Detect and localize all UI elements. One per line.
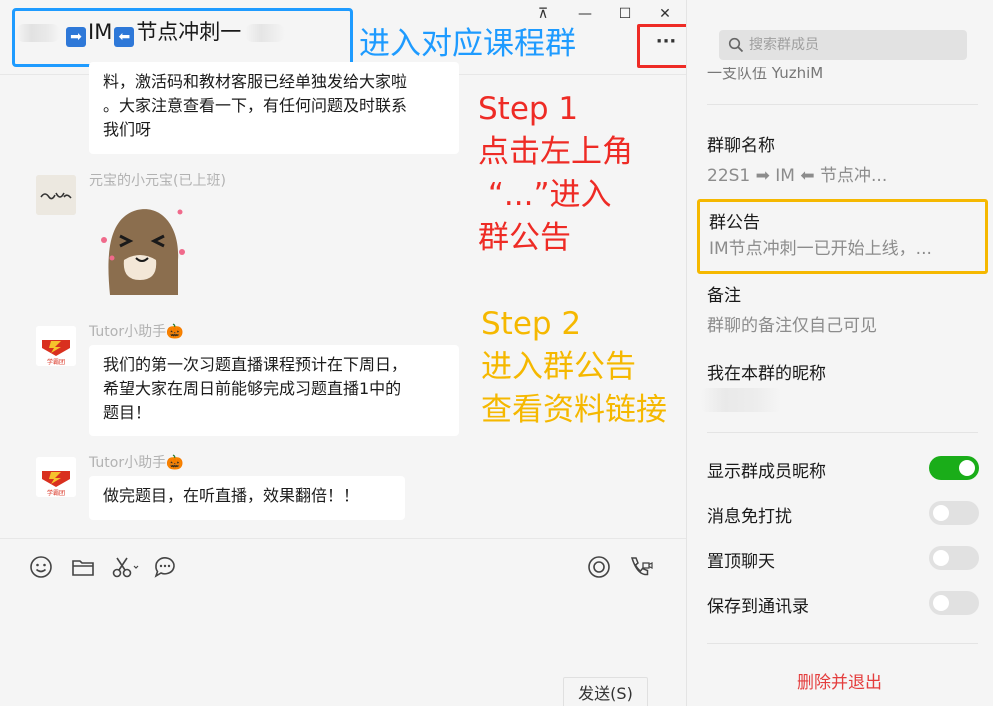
group-info-panel: 一支队伍 YuzhiM 群聊名称 22S1 ➡ IM ⬅ 节点冲... 群公告 … [686, 0, 993, 706]
message-line: 做完题目，在听直播，效果翻倍！！ [103, 486, 360, 505]
group-name-value[interactable]: 22S1 ➡ IM ⬅ 节点冲... [707, 161, 887, 186]
sender-name: 元宝的小元宝(已上班) [89, 173, 226, 189]
toggle-knob [933, 505, 949, 521]
delete-and-quit-button[interactable]: 删除并退出 [797, 668, 882, 693]
avatar[interactable]: 学霸团 [36, 457, 76, 497]
chat-pane: ➡ IM ⬅ 节点冲刺一 进入对应课程群 ⊼ — ☐ ✕ ··· 料，激活码和教材客服… [0, 0, 692, 706]
save-contacts-toggle[interactable] [929, 591, 979, 615]
composer: 发送(S) [0, 538, 686, 706]
avatar[interactable]: 学霸团 [36, 326, 76, 366]
setting-pin-label: 置顶聊天 [707, 552, 775, 572]
title-highlight-box [12, 8, 353, 67]
close-button[interactable]: ✕ [654, 4, 676, 24]
group-name-label: 群聊名称 [707, 136, 775, 156]
emoji-icon[interactable] [28, 554, 54, 580]
toggle-knob [933, 595, 949, 611]
pin-chat-toggle[interactable] [929, 546, 979, 570]
setting-save-contacts-label: 保存到通讯录 [707, 597, 809, 617]
avatar-calligraphy-icon [36, 175, 76, 215]
search-input[interactable] [749, 30, 959, 60]
chat-bubble-icon[interactable] [152, 554, 178, 580]
maximize-button[interactable]: ☐ [614, 4, 636, 24]
minimize-button[interactable]: — [574, 4, 596, 24]
send-button[interactable]: 发送(S) [563, 677, 648, 706]
member-name-partial: 一支队伍 YuzhiM [707, 67, 824, 81]
divider [707, 432, 978, 433]
divider [707, 104, 978, 105]
title-annotation: 进入对应课程群 [359, 26, 576, 62]
window-controls: ⊼ — ☐ ✕ [530, 4, 680, 24]
sender-name: Tutor小助手🎃 [89, 455, 184, 471]
message-bubble[interactable]: 料，激活码和教材客服已经单独发给大家啦 。大家注意查看一下，有任何问题及时联系 … [89, 62, 459, 154]
tutor-logo-icon: 学霸团 [36, 457, 76, 497]
remark-value[interactable]: 群聊的备注仅自己可见 [707, 311, 877, 336]
avatar-caption: 学霸团 [47, 358, 65, 366]
sticker-character-icon [101, 209, 185, 295]
avatar[interactable] [36, 175, 76, 215]
search-icon [728, 37, 744, 53]
pin-icon[interactable]: ⊼ [532, 4, 554, 24]
step2-annotation: Step 2 进入群公告 查看资料链接 [481, 306, 667, 428]
toggle-knob [959, 460, 975, 476]
show-nickname-toggle[interactable] [929, 456, 979, 480]
more-button[interactable]: ··· [652, 33, 680, 58]
message-bubble[interactable]: 做完题目，在听直播，效果翻倍！！ [89, 476, 405, 520]
message-line: 料，激活码和教材客服已经单独发给大家啦 [103, 72, 408, 91]
setting-mute-label: 消息免打扰 [707, 507, 792, 527]
remark-label: 备注 [707, 286, 741, 306]
message-line: 。大家注意查看一下，有任何问题及时联系 [103, 96, 408, 115]
folder-icon[interactable] [70, 554, 96, 580]
message-line: 我们的第一次习题直播课程预计在下周日， [103, 355, 408, 374]
member-search-box[interactable] [719, 30, 967, 60]
my-nickname-label: 我在本群的昵称 [707, 364, 826, 384]
step1-annotation: Step 1 点击左上角 “...”进入 群公告 [478, 91, 633, 256]
sticker-image[interactable] [92, 200, 192, 295]
message-line: 我们呀 [103, 120, 152, 139]
video-call-icon[interactable] [627, 554, 653, 580]
group-notice-label[interactable]: 群公告 [709, 208, 760, 233]
mute-toggle[interactable] [929, 501, 979, 525]
setting-show-nickname-label: 显示群成员昵称 [707, 462, 826, 482]
message-line: 希望大家在周日前能够完成习题直播1中的 [103, 379, 402, 398]
toggle-knob [933, 550, 949, 566]
tutor-logo-icon: 学霸团 [36, 326, 76, 366]
sender-name: Tutor小助手🎃 [89, 324, 184, 340]
divider [707, 643, 978, 644]
group-notice-value[interactable]: IM节点冲刺一已开始上线，... [709, 234, 932, 259]
scissors-icon[interactable] [110, 554, 140, 580]
avatar-caption: 学霸团 [47, 489, 65, 497]
message-line: 题目！ [103, 403, 152, 422]
my-nickname-value[interactable] [701, 388, 781, 412]
message-bubble[interactable]: 我们的第一次习题直播课程预计在下周日， 希望大家在周日前能够完成习题直播1中的 … [89, 345, 459, 436]
live-icon[interactable] [586, 554, 612, 580]
